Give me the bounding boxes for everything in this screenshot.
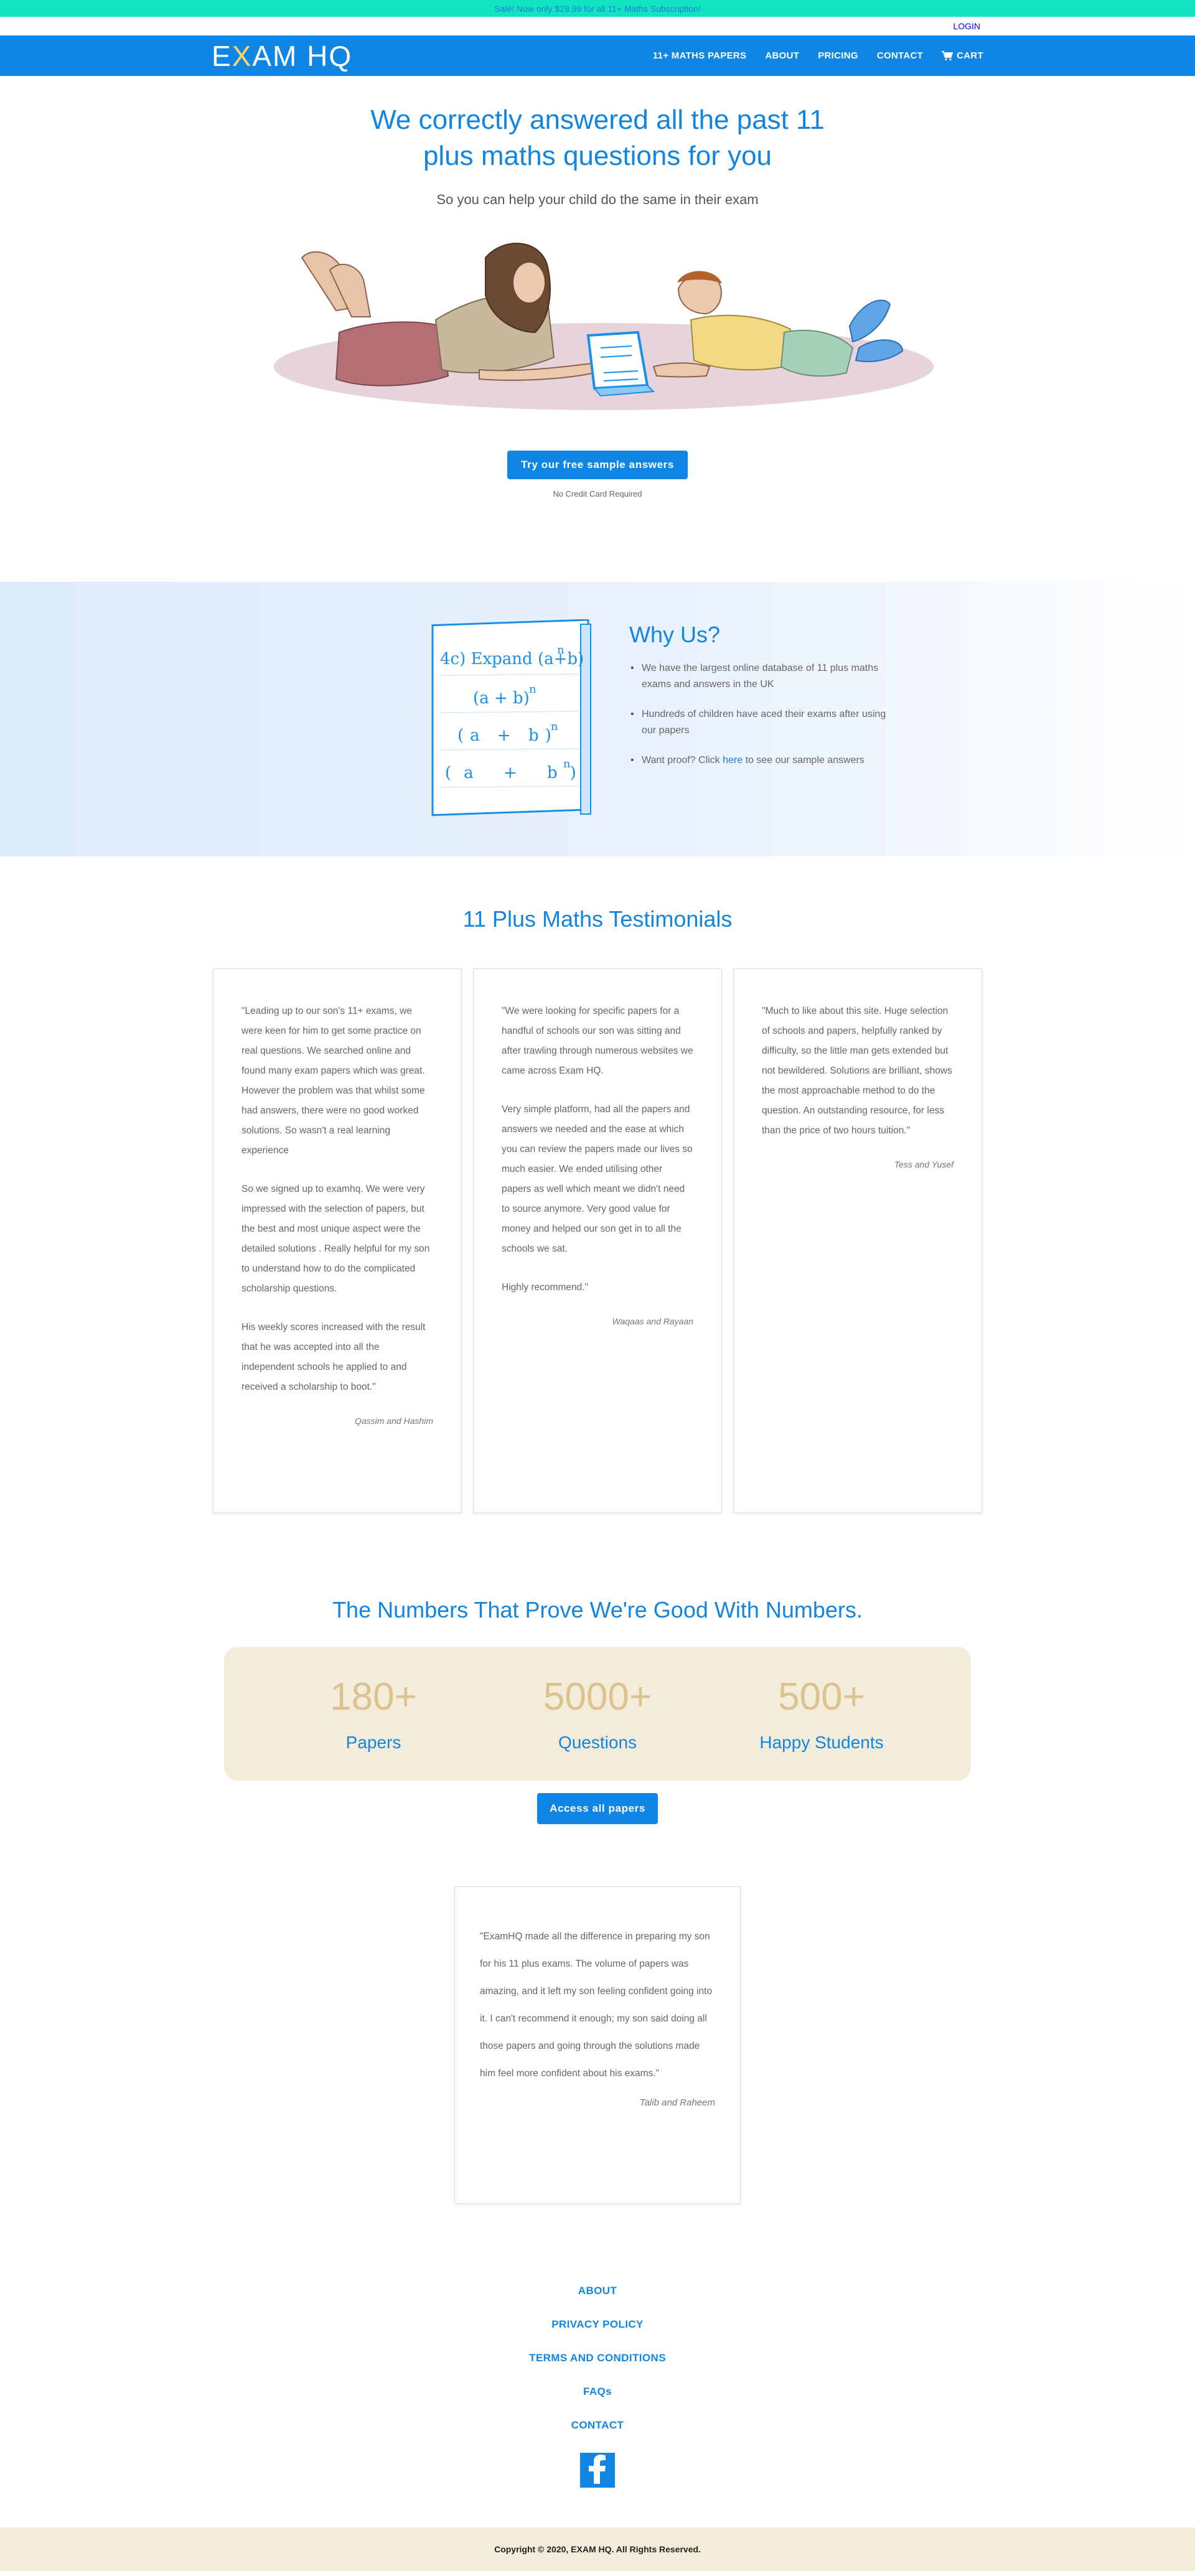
- featured-testimonial-card: "ExamHQ made all the difference in prepa…: [454, 1886, 741, 2204]
- stat-label: Papers: [345, 1733, 401, 1752]
- top-utility-bar: LOGIN: [0, 17, 1195, 35]
- children-reading-illustration: [274, 243, 934, 410]
- testimonial-card: "Leading up to our son's 11+ exams, we w…: [213, 968, 462, 1513]
- notebook-step-2-exponent: n: [551, 720, 558, 733]
- testimonial-paragraph: So we signed up to examhq. We were very …: [241, 1184, 430, 1294]
- testimonial-card: "Much to like about this site. Huge sele…: [733, 968, 982, 1513]
- testimonial-author: Qassim and Hashim: [354, 1416, 433, 1426]
- numbers-section: The Numbers That Prove We're Good With N…: [0, 1513, 1195, 1824]
- logo-text-am-h: AM H: [252, 39, 329, 72]
- hero-illustration: [255, 233, 940, 419]
- why-us-item-text: Want proof? Click: [642, 755, 723, 766]
- why-us-item-text: to see our sample answers: [743, 755, 865, 766]
- footer-link-faqs[interactable]: FAQs: [0, 2386, 1195, 2398]
- testimonial-paragraph: His weekly scores increased with the res…: [241, 1322, 426, 1392]
- testimonial-cards: "Leading up to our son's 11+ exams, we w…: [0, 968, 1195, 1513]
- notebook-heading-exponent: n: [557, 644, 565, 657]
- testimonial-paragraph: Very simple platform, had all the papers…: [502, 1104, 693, 1254]
- footer-link-terms[interactable]: TERMS AND CONDITIONS: [0, 2352, 1195, 2364]
- stats-panel: 180+ Papers 5000+ Questions 500+ Happy S…: [224, 1647, 971, 1781]
- hero-section: We correctly answered all the past 11 pl…: [0, 76, 1195, 582]
- copyright-bar: Copyright © 2020, EXAM HQ. All Rights Re…: [0, 2527, 1195, 2571]
- logo-text-e: E: [212, 39, 232, 72]
- footer-link-contact[interactable]: CONTACT: [0, 2419, 1195, 2432]
- try-free-samples-button[interactable]: Try our free sample answers: [507, 451, 688, 479]
- testimonials-title: 11 Plus Maths Testimonials: [462, 906, 733, 932]
- footer-link-privacy[interactable]: PRIVACY POLICY: [0, 2318, 1195, 2331]
- testimonial-paragraph: "ExamHQ made all the difference in prepa…: [480, 1931, 713, 2079]
- testimonial-card: "We were looking for specific papers for…: [473, 968, 722, 1513]
- testimonial-author: Tess and Yusef: [894, 1159, 954, 1169]
- stat-students: 500+ Happy Students: [728, 1675, 915, 1753]
- why-us-item: Want proof? Click here to see our sample…: [629, 752, 897, 769]
- sample-answers-link[interactable]: here: [723, 755, 743, 766]
- notebook-step-2: (a + b): [457, 726, 558, 745]
- access-all-papers-button[interactable]: Access all papers: [537, 1793, 658, 1824]
- footer-link-about[interactable]: ABOUT: [0, 2285, 1195, 2297]
- hero-subtitle: So you can help your child do the same i…: [436, 192, 759, 207]
- copyright-text: Copyright © 2020, EXAM HQ. All Rights Re…: [494, 2544, 701, 2554]
- stat-questions: 5000+ Questions: [504, 1675, 691, 1753]
- stat-value: 5000+: [543, 1675, 652, 1718]
- nav-cart-label: CART: [957, 50, 983, 61]
- testimonial-paragraph: "We were looking for specific papers for…: [502, 1006, 693, 1076]
- logo-text-q: Q: [329, 39, 353, 72]
- numbers-title: The Numbers That Prove We're Good With N…: [332, 1597, 863, 1623]
- hero-title: We correctly answered all the past 11 pl…: [370, 105, 825, 171]
- stat-value: 500+: [778, 1675, 865, 1718]
- nav-cart[interactable]: CART: [942, 50, 983, 61]
- testimonial-paragraph: Highly recommend.": [502, 1282, 589, 1293]
- testimonial-author: Waqaas and Rayaan: [612, 1316, 694, 1326]
- main-navbar: E X AM HQ 11+ MATHS PAPERS ABOUT PRICING C…: [0, 35, 1195, 76]
- promo-banner[interactable]: Sale! Now only $29.99 for all 11+ Maths …: [0, 0, 1195, 17]
- nav-contact[interactable]: CONTACT: [877, 50, 923, 61]
- why-us-list: We have the largest online database of 1…: [629, 660, 897, 769]
- why-us-section: 4c) Expand (a+b) n (a + b) n (a + b) n (…: [0, 582, 1195, 856]
- testimonial-author: Talib and Raheem: [639, 2097, 715, 2108]
- login-link[interactable]: LOGIN: [953, 21, 980, 31]
- testimonial-paragraph: "Leading up to our son's 11+ exams, we w…: [241, 1006, 425, 1156]
- notebook-illustration: 4c) Expand (a+b) n (a + b) n (a + b) n (…: [426, 619, 613, 825]
- main-menu: 11+ MATHS PAPERS ABOUT PRICING CONTACT C…: [653, 50, 983, 61]
- why-us-title: Why Us?: [629, 622, 721, 647]
- promo-text[interactable]: Sale! Now only $29.99 for all 11+ Maths …: [494, 4, 701, 14]
- footer-links: ABOUT PRIVACY POLICY TERMS AND CONDITION…: [0, 2204, 1195, 2488]
- notebook-step-1: (a + b): [473, 689, 530, 708]
- cart-icon: [942, 50, 954, 60]
- no-credit-card-note: No Credit Card Required: [553, 489, 642, 499]
- nav-maths-papers[interactable]: 11+ MATHS PAPERS: [653, 50, 747, 61]
- footer: ABOUT PRIVACY POLICY TERMS AND CONDITION…: [0, 2204, 1195, 2571]
- notebook-step-3-exponent: n: [563, 757, 571, 770]
- testimonials-section: 11 Plus Maths Testimonials "Leading up t…: [0, 856, 1195, 1513]
- stat-label: Happy Students: [759, 1733, 884, 1752]
- why-us-item: Hundreds of children have aced their exa…: [629, 706, 897, 739]
- stat-value: 180+: [330, 1675, 417, 1718]
- facebook-icon[interactable]: [580, 2453, 615, 2488]
- nav-about[interactable]: ABOUT: [765, 50, 799, 61]
- notebook-step-1-exponent: n: [529, 683, 537, 696]
- stat-papers: 180+ Papers: [280, 1675, 467, 1753]
- why-us-content: Why Us? We have the largest online datab…: [629, 619, 897, 825]
- stat-label: Questions: [558, 1733, 637, 1752]
- nav-pricing[interactable]: PRICING: [818, 50, 858, 61]
- site-logo[interactable]: E X AM HQ: [212, 39, 352, 73]
- logo-text-x: X: [232, 39, 253, 72]
- why-us-item: We have the largest online database of 1…: [629, 660, 897, 693]
- testimonial-paragraph: "Much to like about this site. Huge sele…: [762, 1006, 952, 1136]
